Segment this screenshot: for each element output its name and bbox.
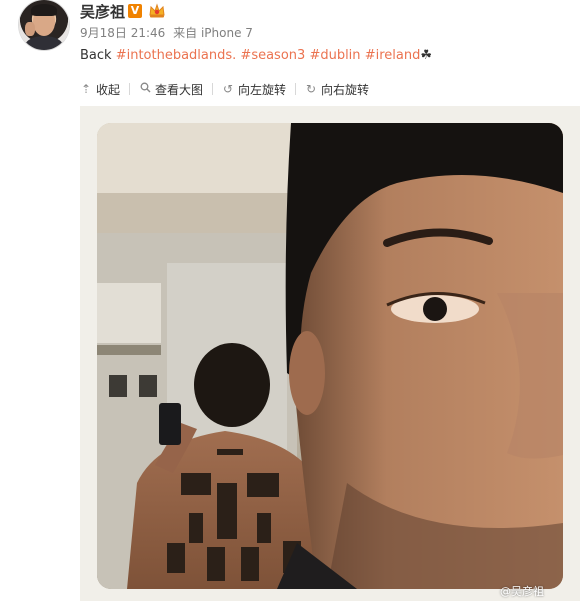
collapse-button[interactable]: ⇡ 收起	[80, 81, 120, 98]
rotate-left-label: 向左旋转	[238, 82, 287, 97]
member-crown-icon[interactable]	[148, 3, 166, 19]
collapse-label: 收起	[96, 82, 121, 97]
shamrock-icon: ☘	[420, 48, 432, 63]
user-avatar[interactable]	[19, 0, 69, 50]
rotate-right-label: 向右旋转	[321, 82, 370, 97]
toolbar-divider	[129, 83, 131, 95]
post-header: 吴彦祖 V 9月18日 21:46 来自 iPhone 7 Back #into…	[0, 0, 585, 72]
view-large-button[interactable]: 查看大图	[139, 81, 203, 98]
post-photo[interactable]	[97, 123, 563, 589]
rotate-right-icon: ↻	[306, 82, 317, 96]
rotate-left-button[interactable]: ↺ 向左旋转	[222, 81, 286, 98]
toolbar-divider	[295, 83, 297, 95]
verified-badge-icon: V	[128, 4, 142, 18]
post-text: Back #intothebadlands. #season3 #dublin …	[80, 47, 432, 65]
photo-watermark: @吴彦祖	[500, 585, 544, 598]
hashtag-intothebadlands[interactable]: #intothebadlands.	[116, 48, 237, 63]
weibo-post-card: 吴彦祖 V 9月18日 21:46 来自 iPhone 7 Back #into…	[0, 0, 585, 601]
zoom-icon	[139, 82, 151, 96]
rotate-left-icon: ↺	[223, 82, 234, 96]
media-frame	[80, 106, 580, 601]
post-source[interactable]: 来自 iPhone 7	[173, 26, 253, 40]
media-toolbar: ⇡ 收起 查看大图 ↺ 向左旋转 ↻ 向右旋转	[80, 80, 369, 98]
avatar-hand	[25, 22, 35, 36]
avatar-hair	[31, 4, 57, 16]
toolbar-divider	[212, 83, 214, 95]
avatar-shirt	[25, 36, 63, 50]
user-name[interactable]: 吴彦祖	[80, 2, 125, 22]
arrow-up-icon: ⇡	[80, 82, 92, 96]
post-date[interactable]: 9月18日 21:46	[80, 26, 165, 40]
post-meta: 9月18日 21:46 来自 iPhone 7	[80, 25, 257, 41]
view-large-label: 查看大图	[155, 82, 204, 97]
rotate-right-button[interactable]: ↻ 向右旋转	[305, 81, 369, 98]
post-text-prefix: Back	[80, 48, 116, 63]
hashtag-season3[interactable]: #season3	[240, 48, 305, 63]
hashtag-dublin[interactable]: #dublin	[309, 48, 360, 63]
hashtag-ireland[interactable]: #ireland	[365, 48, 421, 63]
photo-illustration	[97, 123, 563, 589]
